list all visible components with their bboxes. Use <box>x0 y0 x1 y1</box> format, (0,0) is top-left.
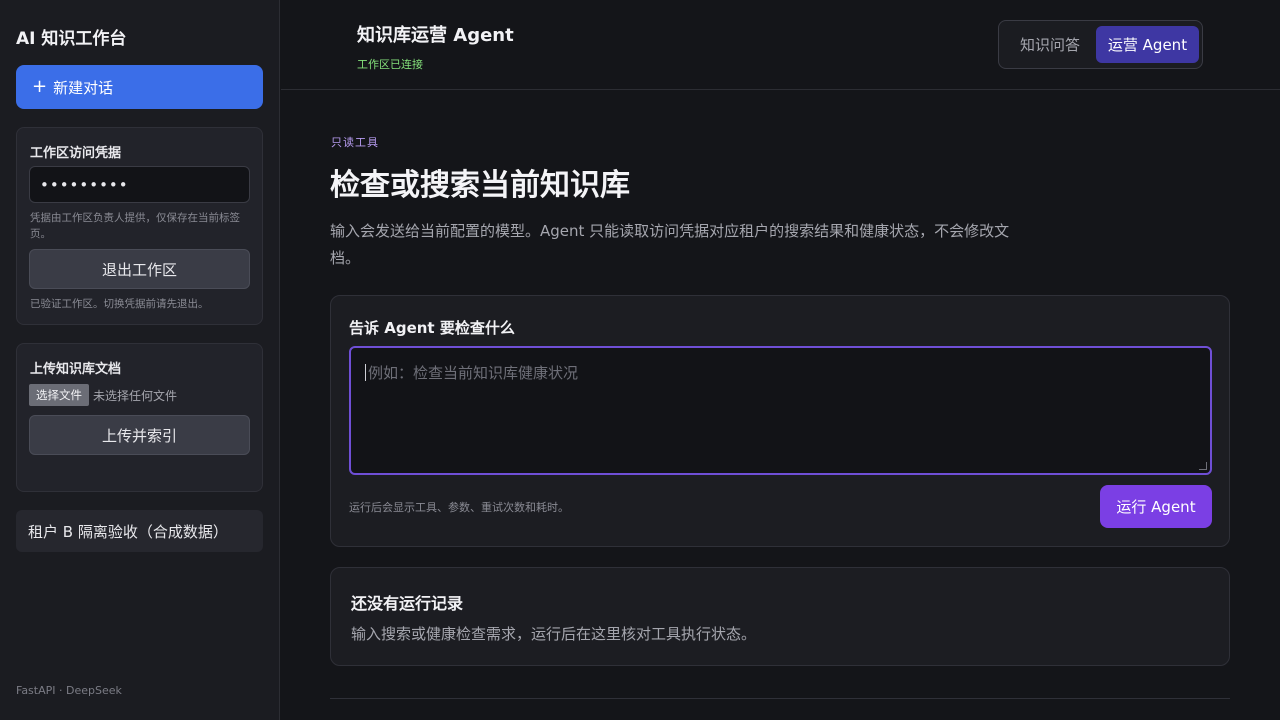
main-description: 输入会发送给当前配置的模型。Agent 只能读取访问凭据对应租户的搜索结果和健康… <box>330 222 1010 267</box>
resize-handle-icon[interactable] <box>1199 462 1207 470</box>
upload-panel: 上传知识库文档 选择文件 未选择任何文件 上传并索引 <box>16 343 263 492</box>
run-note: 运行后会显示工具、参数、重试次数和耗时。 <box>349 501 569 514</box>
logout-workspace-button[interactable]: 退出工作区 <box>29 249 250 289</box>
text-caret <box>365 364 366 381</box>
file-status: 未选择任何文件 <box>93 388 178 403</box>
upload-index-button[interactable]: 上传并索引 <box>29 415 250 455</box>
empty-state-card: 还没有运行记录 输入搜索或健康检查需求，运行后在这里核对工具执行状态。 <box>330 567 1230 666</box>
divider <box>330 698 1230 699</box>
main-heading: 检查或搜索当前知识库 <box>330 168 630 203</box>
prompt-placeholder: 例如：检查当前知识库健康状况 <box>368 364 579 382</box>
sidebar: AI 知识工作台 + 新建对话 工作区访问凭据 ••••••••• 凭据由工作区… <box>0 0 280 720</box>
prompt-label: 告诉 Agent 要检查什么 <box>349 319 515 337</box>
credential-panel: 工作区访问凭据 ••••••••• 凭据由工作区负责人提供，仅保存在当前标签页。… <box>16 127 263 325</box>
empty-state-description: 输入搜索或健康检查需求，运行后在这里核对工具执行状态。 <box>351 625 757 643</box>
app-brand: AI 知识工作台 <box>16 29 127 49</box>
footer-credits: FastAPI · DeepSeek <box>16 684 122 697</box>
file-picker: 选择文件 未选择任何文件 <box>29 384 177 406</box>
credential-panel-title: 工作区访问凭据 <box>30 146 122 161</box>
credential-note: 凭据由工作区负责人提供，仅保存在当前标签页。 <box>30 212 240 240</box>
tab-ops-agent[interactable]: 运营 Agent <box>1096 26 1199 63</box>
tab-knowledge-qa[interactable]: 知识问答 <box>1004 26 1096 63</box>
credential-password-input[interactable]: ••••••••• <box>29 166 250 203</box>
run-agent-button[interactable]: 运行 Agent <box>1100 485 1212 528</box>
choose-file-button[interactable]: 选择文件 <box>29 384 89 406</box>
top-header: 知识库运营 Agent 工作区已连接 知识问答 运营 Agent <box>281 0 1280 90</box>
plus-icon: + <box>32 76 48 97</box>
page-title: 知识库运营 Agent <box>357 25 514 46</box>
new-chat-label: 新建对话 <box>53 78 114 97</box>
mode-switch: 知识问答 运营 Agent <box>998 20 1203 69</box>
upload-panel-title: 上传知识库文档 <box>30 362 122 377</box>
prompt-textarea[interactable]: 例如：检查当前知识库健康状况 <box>349 346 1212 475</box>
status-badge: 工作区已连接 <box>357 58 423 71</box>
agent-form-card: 告诉 Agent 要检查什么 例如：检查当前知识库健康状况 运行后会显示工具、参… <box>330 295 1230 547</box>
new-chat-button[interactable]: + 新建对话 <box>16 65 263 109</box>
verified-note: 已验证工作区。切换凭据前请先退出。 <box>30 298 209 310</box>
empty-state-title: 还没有运行记录 <box>351 594 464 613</box>
sidebar-item-tenant-b[interactable]: 租户 B 隔离验收（合成数据） <box>16 510 263 552</box>
eyebrow-label: 只读工具 <box>331 136 379 149</box>
